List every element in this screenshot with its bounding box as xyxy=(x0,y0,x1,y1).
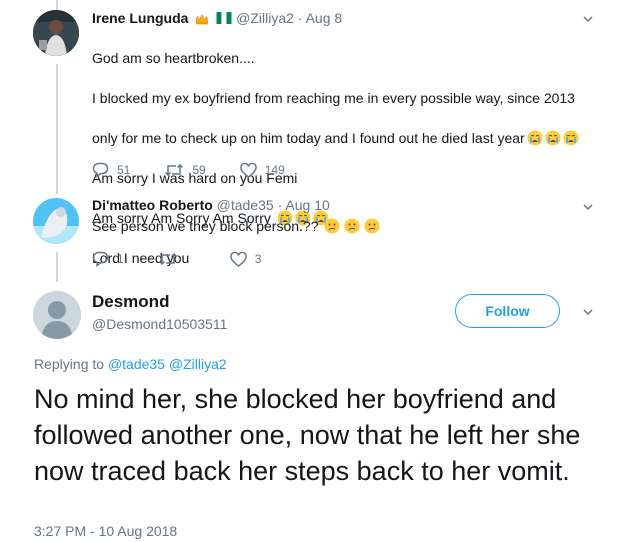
chevron-down-icon[interactable] xyxy=(583,14,593,24)
author-handle[interactable]: @Zilliya2 xyxy=(236,10,294,26)
follow-button[interactable]: Follow xyxy=(455,294,560,328)
tweet-dimatteo-actions: 1 3 xyxy=(92,251,295,267)
like-button[interactable]: 149 xyxy=(239,162,285,178)
like-count: 149 xyxy=(264,163,285,177)
reply-count: 51 xyxy=(117,163,131,177)
retweet-count: 59 xyxy=(192,163,206,177)
thread-line-2 xyxy=(56,252,58,282)
author-handle[interactable]: @Desmond10503511 xyxy=(92,316,227,332)
retweet-button[interactable]: 59 xyxy=(164,163,206,177)
tweet-dimatteo-header: Di'matteo Roberto @tade35 · Aug 10 xyxy=(92,197,330,213)
tweet-text: No mind her, she blocked her boyfriend a… xyxy=(34,384,581,486)
separator-dot: · xyxy=(277,197,283,213)
confused-face-icon xyxy=(324,218,340,234)
author-handle[interactable]: @tade35 xyxy=(217,197,274,213)
tweet-line-with-emoji: only for me to check up on him today and… xyxy=(92,128,602,148)
nigeria-flag-icon xyxy=(216,12,232,24)
tweet-line: I blocked my ex boyfriend from reaching … xyxy=(92,90,575,106)
mention-link[interactable]: @tade35 xyxy=(108,356,165,372)
retweet-icon xyxy=(165,163,184,177)
crying-face-icon xyxy=(527,130,543,146)
tweet-irene-header: Irene Lunguda @Zilliya2 · Aug 8 xyxy=(92,10,342,26)
author-name[interactable]: Desmond xyxy=(92,292,169,312)
chevron-down-icon[interactable] xyxy=(583,202,593,212)
avatar-desmond[interactable] xyxy=(33,291,81,339)
reply-count: 1 xyxy=(117,252,124,266)
tweet-irene-body: God am so heartbroken.... I blocked my e… xyxy=(92,28,602,288)
reply-icon xyxy=(92,162,109,178)
heart-icon xyxy=(229,251,247,267)
replying-prefix: Replying to xyxy=(34,356,105,372)
crying-face-icon xyxy=(545,130,561,146)
confused-face-icon xyxy=(364,218,380,234)
separator-dot: · xyxy=(297,10,303,26)
reply-button[interactable]: 1 xyxy=(92,251,124,267)
avatar-dimatteo[interactable] xyxy=(33,198,79,244)
tweet-date[interactable]: Aug 10 xyxy=(285,197,329,213)
tweet-dimatteo-body: See person we they block person.?? xyxy=(92,216,380,236)
tweet-irene-actions: 51 59 149 xyxy=(92,162,319,178)
avatar-irene[interactable] xyxy=(33,10,79,56)
tweet-text: See person we they block person.?? xyxy=(92,218,319,234)
crying-face-icon xyxy=(563,130,579,146)
tweet-timestamp[interactable]: 3:27 PM - 10 Aug 2018 xyxy=(34,523,177,539)
heart-icon xyxy=(239,162,257,178)
crown-icon xyxy=(196,14,209,25)
author-name[interactable]: Di'matteo Roberto xyxy=(92,197,213,213)
mention-link[interactable]: @Zilliya2 xyxy=(169,356,227,372)
like-button[interactable]: 3 xyxy=(229,251,262,267)
retweet-button[interactable] xyxy=(158,252,186,266)
confused-face-icon xyxy=(344,218,360,234)
replying-to: Replying to @tade35 @Zilliya2 xyxy=(34,356,227,372)
chevron-down-icon[interactable] xyxy=(583,307,593,317)
tweet-line: God am so heartbroken.... xyxy=(92,50,255,66)
like-count: 3 xyxy=(254,252,262,266)
thread-line-1 xyxy=(56,64,58,194)
tweet-line: only for me to check up on him today and… xyxy=(92,130,525,146)
author-name[interactable]: Irene Lunguda xyxy=(92,10,188,26)
reply-icon xyxy=(92,251,109,267)
reply-button[interactable]: 51 xyxy=(92,162,130,178)
tweet-date[interactable]: Aug 8 xyxy=(306,10,343,26)
retweet-icon xyxy=(158,252,177,266)
